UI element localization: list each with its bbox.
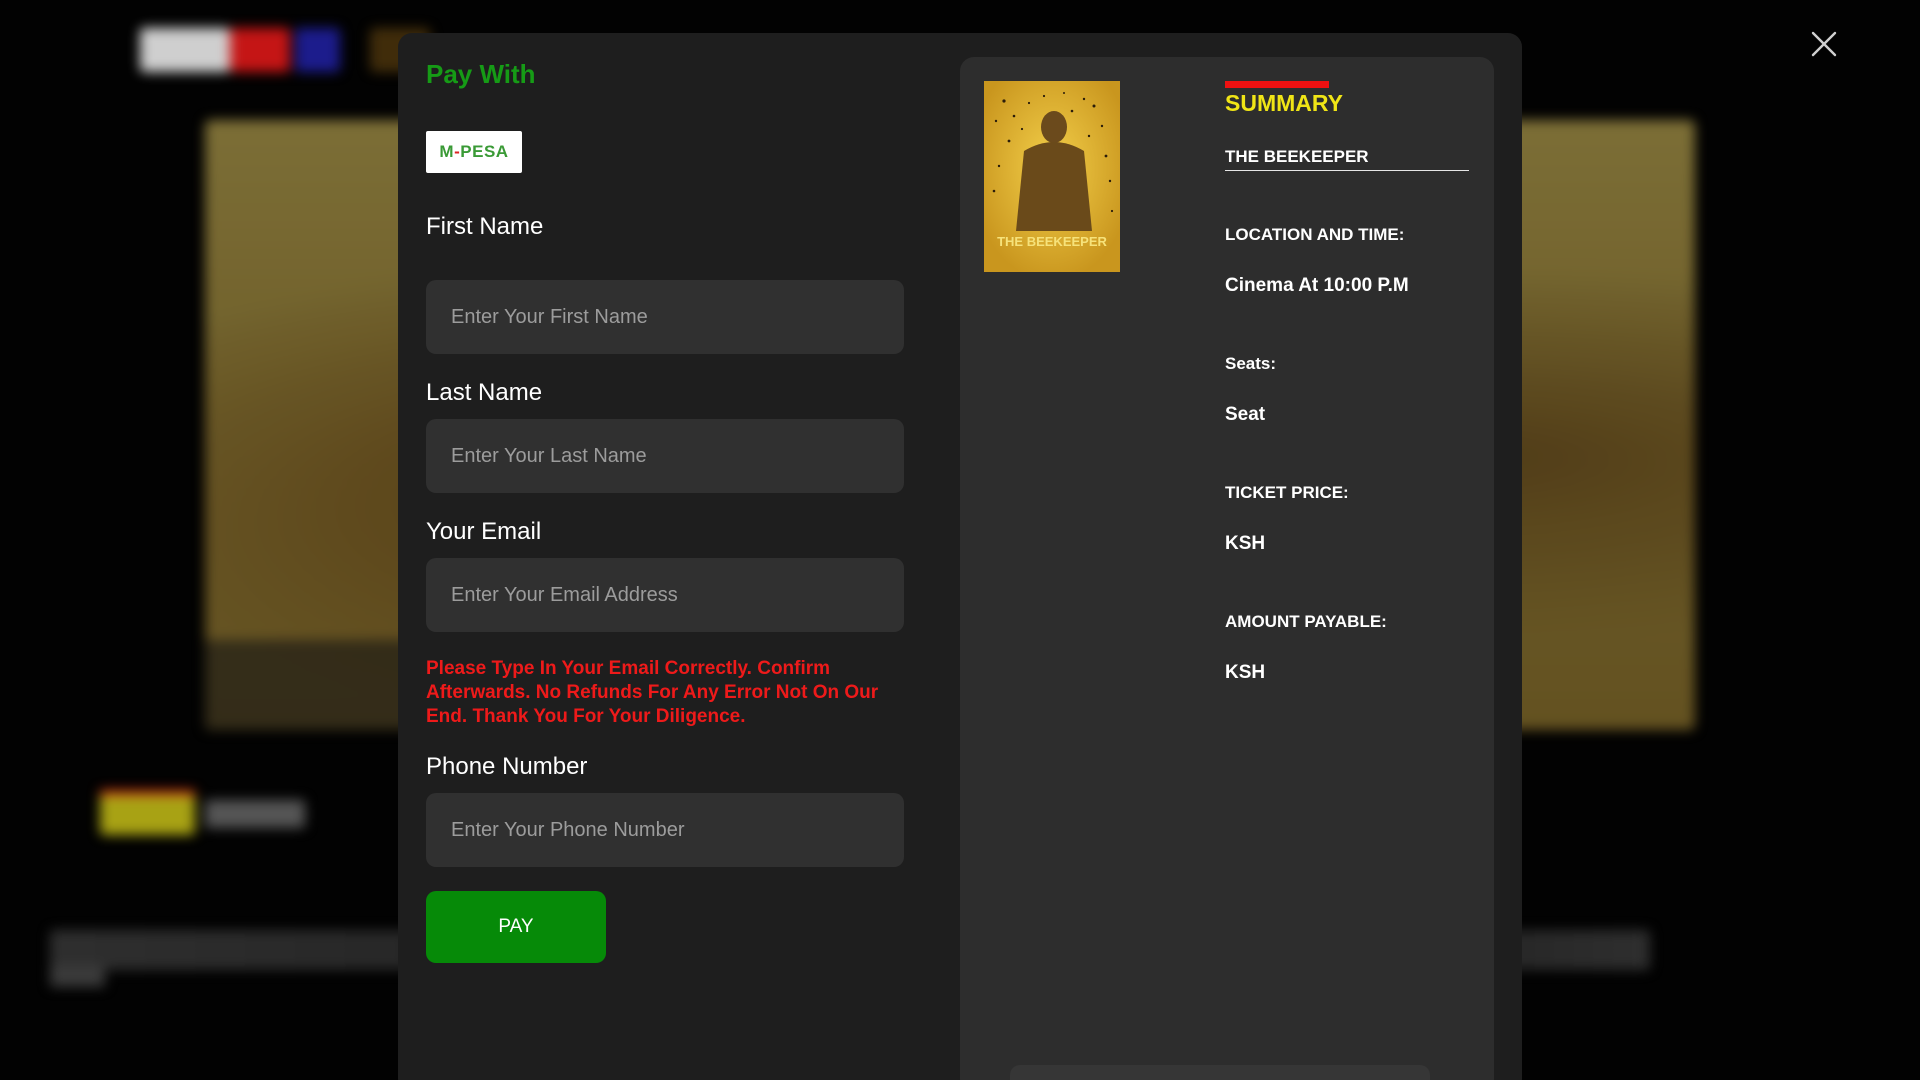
seats-label: Seats: (1225, 354, 1277, 373)
movie-poster: THE BEEKEEPER (984, 81, 1120, 272)
poster-title-text: THE BEEKEEPER (997, 234, 1107, 249)
location-time-label: LOCATION AND TIME: (1225, 225, 1405, 244)
mpesa-payment-option[interactable]: M-PESA (426, 131, 522, 173)
email-warning-text: Please Type In Your Email Correctly. Con… (426, 658, 879, 727)
last-name-input[interactable] (426, 419, 904, 493)
background-badge (100, 795, 195, 835)
movie-title: THE BEEKEEPER (1225, 147, 1469, 171)
order-summary-panel: THE BEEKEEPER SUMMARY THE BEEKEEPER LOCA… (960, 57, 1494, 1080)
background-badge-text (205, 800, 305, 828)
mpesa-logo: M-PESA (439, 142, 509, 161)
phone-label: Phone Number (426, 753, 588, 780)
first-name-label: First Name (426, 213, 544, 240)
location-time-value: Cinema At 10:00 P.M (1225, 275, 1409, 296)
background-logo-red (230, 28, 290, 72)
email-input[interactable] (426, 558, 904, 632)
pay-with-heading: Pay With (426, 59, 536, 89)
amount-payable-label: AMOUNT PAYABLE: (1225, 612, 1387, 631)
email-label: Your Email (426, 518, 542, 545)
background-logo (140, 28, 230, 72)
summary-heading: SUMMARY (1225, 90, 1343, 116)
first-name-input[interactable] (426, 280, 904, 354)
ticket-price-label: TICKET PRICE: (1225, 483, 1349, 502)
ticket-price-value: KSH (1225, 533, 1266, 554)
background-logo-blue (295, 28, 340, 72)
pay-button[interactable]: PAY (426, 891, 606, 963)
close-icon[interactable] (1810, 30, 1838, 58)
background-text-row-2 (50, 965, 105, 987)
last-name-label: Last Name (426, 379, 543, 406)
seats-value: Seat (1225, 404, 1266, 425)
summary-accent-bar (1225, 81, 1329, 88)
summary-panel-footer (1010, 1065, 1430, 1080)
payment-modal: Pay With M-PESA First Name Last Name You… (398, 33, 1522, 1080)
phone-input[interactable] (426, 793, 904, 867)
amount-payable-value: KSH (1225, 662, 1266, 683)
